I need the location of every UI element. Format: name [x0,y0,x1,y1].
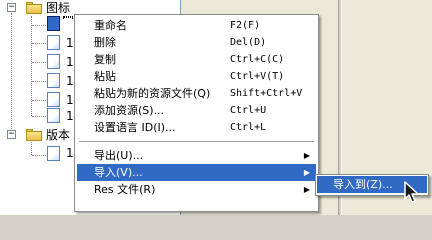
menu-item-shortcut: Ctrl+L [230,122,267,133]
context-menu: 重命名 F2(F) 删除 Del(D) 复制 Ctrl+C(C) 粘贴 Ctrl… [74,14,319,212]
menu-item-shortcut: Ctrl+C(C) [230,54,285,65]
tree-connector [32,155,46,156]
tree-item-label[interactable]: 1 [66,146,74,160]
submenu-arrow-icon: ▶ [303,151,310,160]
menu-item-shortcut: Shift+Ctrl+V [230,88,303,99]
tree-folder-label-icons[interactable]: 图标 [46,1,70,15]
tree-item-label[interactable]: 1 [66,93,74,107]
menu-item-label: 删除 [94,36,116,49]
menu-item-label: 复制 [94,53,116,66]
tree-folder-label-version[interactable]: 版本 [46,128,70,142]
mouse-pointer-icon [404,181,419,203]
folder-icon [26,129,42,141]
tree-connector [32,100,46,101]
menu-item-paste-as-new[interactable]: 粘贴为新的资源文件(Q) Shift+Ctrl+V [77,85,316,102]
menu-item-res-file[interactable]: Res 文件(R) ▶ [77,181,316,198]
tree-item-label[interactable]: 1 [66,36,74,50]
menu-item-delete[interactable]: 删除 Del(D) [77,34,316,51]
menu-item-set-language[interactable]: 设置语言 ID(I)... Ctrl+L [77,119,316,136]
menu-item-label: 导入到(Z)... [333,178,393,191]
file-icon[interactable] [47,92,60,107]
menu-item-shortcut: Ctrl+U [230,105,267,116]
menu-item-label: 导入(V)... [94,166,143,179]
expander-minus-icon[interactable]: − [7,130,16,139]
tree-connector [31,142,32,155]
menu-item-add-resource[interactable]: 添加资源(S)... Ctrl+U [77,102,316,119]
menu-item-label: 粘贴为新的资源文件(Q) [94,87,211,100]
submenu-arrow-icon: ▶ [303,185,310,194]
tree-connector [32,43,46,44]
menu-item-label: 重命名 [94,19,127,32]
menu-item-copy[interactable]: 复制 Ctrl+C(C) [77,51,316,68]
menu-item-rename[interactable]: 重命名 F2(F) [77,17,316,34]
menu-item-shortcut: F2(F) [230,20,261,31]
menu-item-shortcut: Del(D) [230,37,267,48]
tree-connector [11,13,12,135]
file-icon[interactable] [47,16,60,31]
menu-item-label: 粘贴 [94,70,116,83]
menu-item-label: 添加资源(S)... [94,104,165,117]
file-icon[interactable] [47,73,60,88]
menu-separator [79,141,314,142]
menu-item-label: Res 文件(R) [94,183,156,196]
tree-connector [32,81,46,82]
tree-connector [32,116,46,117]
tree-connector [32,25,46,26]
tree-item-label[interactable]: 1 [66,55,74,69]
menu-item-label: 设置语言 ID(I)... [94,121,176,134]
tree-connector [31,16,32,116]
file-icon[interactable] [47,108,60,123]
tree-item-label[interactable]: 1 [66,74,74,88]
menu-item-shortcut: Ctrl+V(T) [230,71,285,82]
submenu-arrow-icon: ▶ [303,168,310,177]
folder-icon [26,2,42,14]
menu-item-paste[interactable]: 粘贴 Ctrl+V(T) [77,68,316,85]
file-icon[interactable] [47,35,60,50]
file-icon[interactable] [47,54,60,69]
file-icon[interactable] [47,146,60,161]
tree-connector [32,62,46,63]
menu-item-label: 导出(U)... [94,149,144,162]
menu-item-import[interactable]: 导入(V)... ▶ [77,164,316,181]
tree-item-label[interactable]: 1 [66,109,74,123]
menu-item-export[interactable]: 导出(U)... ▶ [77,147,316,164]
expander-minus-icon[interactable]: − [7,3,16,12]
